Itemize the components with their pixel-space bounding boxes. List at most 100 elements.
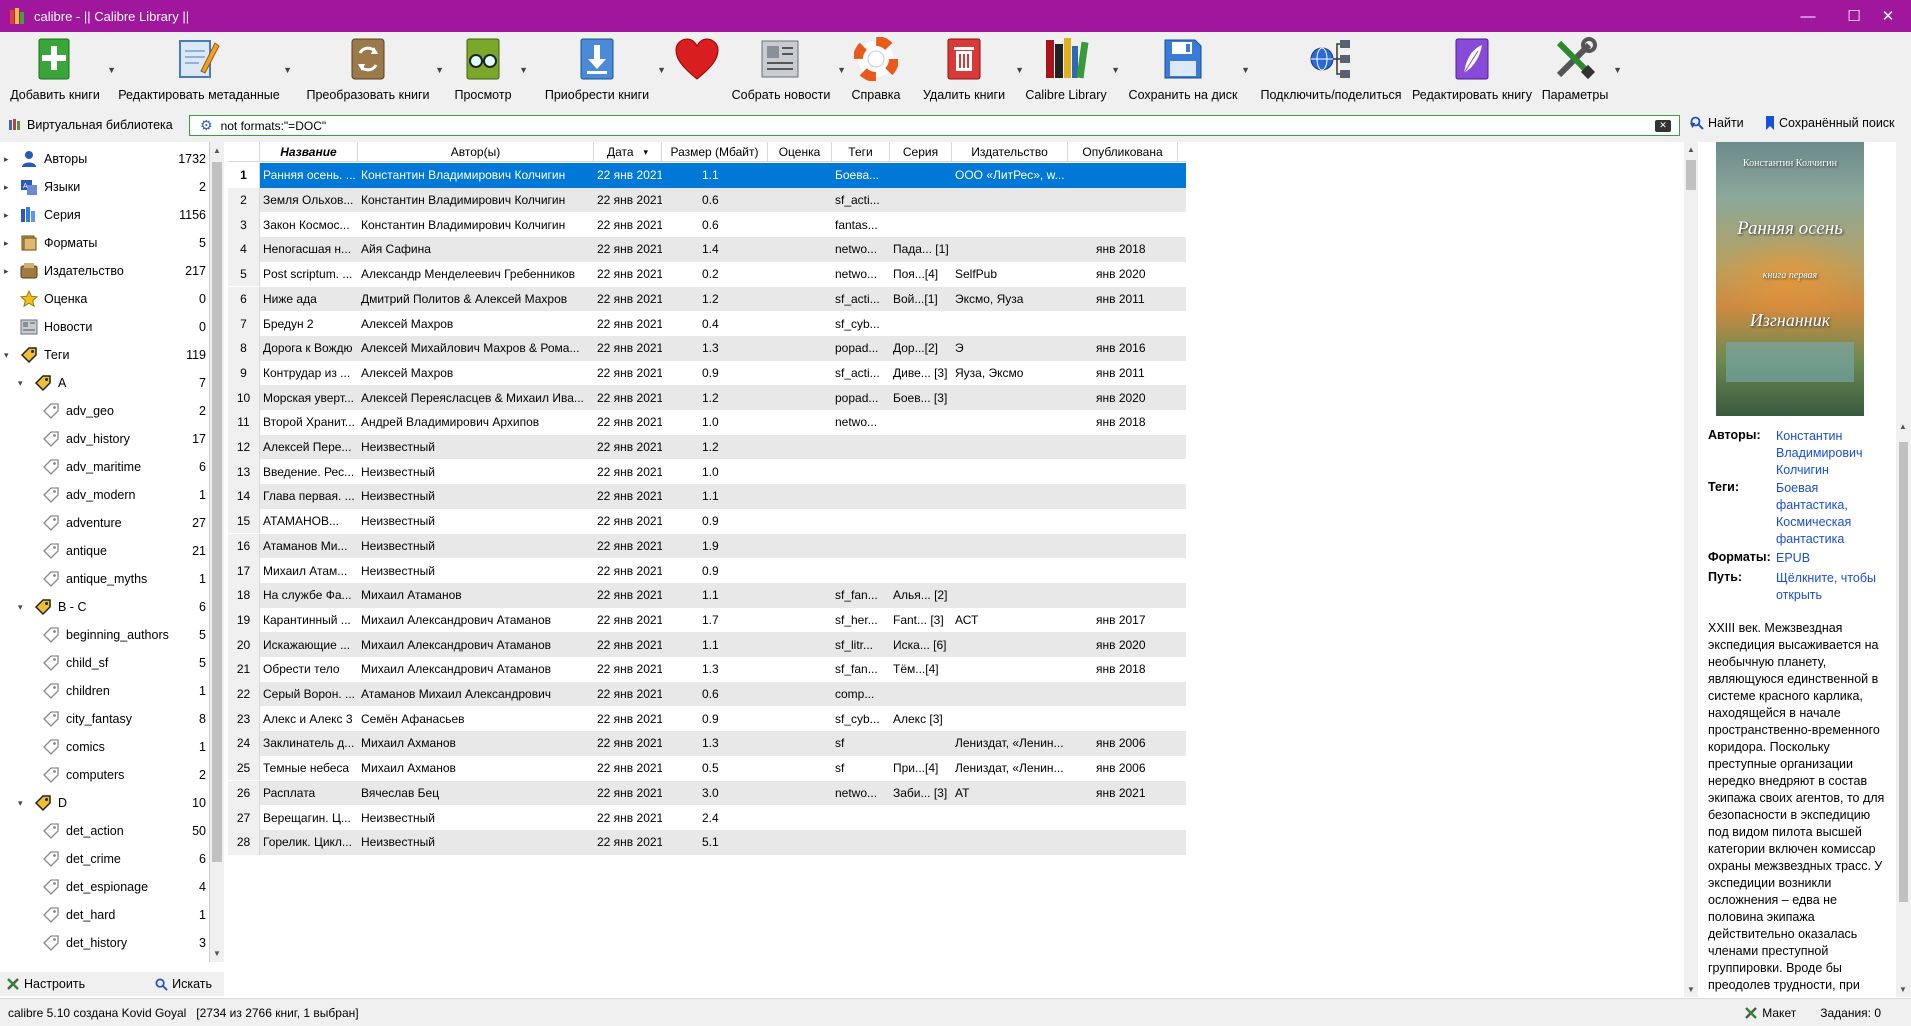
table-row[interactable]: 16 Атаманов Ми... Неизвестный 22 янв 2021 1.… [228, 533, 1186, 559]
column-header[interactable]: Оценка [768, 142, 832, 162]
get-books-button[interactable]: Приобрести книги ▼ [542, 32, 666, 108]
table-row[interactable]: 17 Михаил Атам... Неизвестный 22 янв 2021 0.… [228, 558, 1186, 583]
table-row[interactable]: 12 Алексей Пере... Неизвестный 22 янв 2021 1… [228, 434, 1186, 460]
scroll-down-icon[interactable]: ▼ [1899, 985, 1907, 994]
column-header[interactable]: Дата ▾ [594, 142, 662, 162]
tags-value-link[interactable]: Боевая фантастика, Космическая фантастик… [1776, 480, 1892, 548]
view-button[interactable]: Просмотр ▼ [452, 32, 528, 108]
edit-metadata-button[interactable]: Редактировать метаданные ▼ [118, 32, 292, 108]
connect-share-button[interactable]: Подключить/поделиться [1260, 32, 1402, 108]
tag-browser-item[interactable]: adv_history 17 [0, 425, 210, 453]
table-row[interactable]: 5 Post scriptum. ... Александр Менделеевич… [228, 261, 1186, 287]
preferences-menu-arrow[interactable]: ▼ [1613, 65, 1622, 75]
virtual-library-button[interactable]: Виртуальная библиотека [8, 118, 188, 132]
table-row[interactable]: 3 Закон Космос... Константин Владимирович … [228, 212, 1186, 238]
book-cover[interactable]: Константин Колчигин Ранняя осень книга п… [1716, 142, 1864, 416]
path-value-link[interactable]: Щёлкните, чтобы открыть [1776, 570, 1892, 604]
get-books-menu-arrow[interactable]: ▼ [657, 65, 666, 75]
search-input[interactable]: ⚙ not formats:"=DOC" ✕ ▼ [189, 115, 1697, 136]
expand-arrow-icon[interactable]: ▸ [4, 238, 9, 249]
table-row[interactable]: 18 На службе Фа... Михаил Атаманов 22 янв 2… [228, 582, 1186, 608]
layout-button[interactable]: Макет [1744, 1006, 1796, 1020]
fetch-news-menu-arrow[interactable]: ▼ [837, 65, 846, 75]
tag-browser-item[interactable]: children 1 [0, 677, 210, 705]
remove-books-button[interactable]: Удалить книги ▼ [918, 32, 1024, 108]
tag-browser-scrollbar[interactable]: ▲ ▼ [210, 142, 224, 962]
tag-browser-item[interactable]: comics 1 [0, 733, 210, 761]
find-tag-button[interactable]: Искать [155, 977, 212, 991]
tag-browser-item[interactable]: city_fantasy 8 [0, 705, 210, 733]
find-button[interactable]: Найти [1690, 116, 1744, 130]
tag-browser-item[interactable]: ▸ Издательство 217 [0, 257, 210, 285]
minimize-button[interactable]: — [1785, 0, 1831, 32]
calibre-library-button[interactable]: Calibre Library ▼ [1025, 32, 1120, 108]
collapse-arrow-icon[interactable]: ▾ [4, 350, 9, 361]
table-row[interactable]: 9 Контрудар из ... Алексей Махров 22 янв 20… [228, 360, 1186, 386]
authors-value-link[interactable]: Константин Владимирович Колчигин [1776, 428, 1892, 479]
table-row[interactable]: 7 Бредун 2 Алексей Махров 22 янв 2021 0.4 sf_… [228, 311, 1186, 336]
tag-browser-item[interactable]: adv_geo 2 [0, 397, 210, 425]
book-list-scrollbar[interactable]: ▲ ▼ [1684, 142, 1698, 997]
table-row[interactable]: 19 Карантинный ... Михаил Александрович Ат… [228, 607, 1186, 633]
tag-browser-scroll-thumb[interactable] [212, 162, 222, 862]
collapse-arrow-icon[interactable]: ▾ [18, 602, 23, 613]
table-row[interactable]: 8 Дорога к Вождю Алексей Михайлович Махров… [228, 335, 1186, 361]
table-row[interactable]: 13 Введение. Рес... Неизвестный 22 янв 2021… [228, 459, 1186, 485]
scroll-up-icon[interactable]: ▲ [213, 146, 221, 155]
tag-browser-item[interactable]: ▸ Авторы 1732 [0, 145, 210, 173]
expand-arrow-icon[interactable]: ▸ [4, 154, 9, 165]
table-row[interactable]: 21 Обрести тело Михаил Александрович Атама… [228, 657, 1186, 682]
tag-browser-item[interactable]: computers 2 [0, 761, 210, 789]
table-row[interactable]: 2 Земля Ольхов... Константин Владимирович … [228, 187, 1186, 213]
tag-browser-item[interactable]: antique 21 [0, 537, 210, 565]
scroll-up-icon[interactable]: ▲ [1687, 145, 1695, 154]
convert-books-menu-arrow[interactable]: ▼ [435, 65, 444, 75]
table-row[interactable]: 4 Непогасшая н... Айя Сафина 22 янв 2021 1.4… [228, 237, 1186, 262]
table-row[interactable]: 15 АТАМАНОВ... Неизвестный 22 янв 2021 0.9 [228, 508, 1186, 534]
tag-browser-item[interactable]: adventure 27 [0, 509, 210, 537]
table-row[interactable]: 28 Горелик. Цикл... Неизвестный 22 янв 2021… [228, 829, 1186, 855]
tag-browser-item[interactable]: ▾ Теги 119 [0, 341, 210, 369]
tag-browser-item[interactable]: antique_myths 1 [0, 565, 210, 593]
details-scroll-thumb[interactable] [1899, 442, 1908, 902]
preferences-button[interactable]: Параметры ▼ [1542, 32, 1622, 108]
expand-arrow-icon[interactable]: ▸ [4, 182, 9, 193]
tag-browser-item[interactable]: det_crime 6 [0, 845, 210, 873]
column-header[interactable]: Издательство [952, 142, 1068, 162]
table-row[interactable]: 26 Расплата Вячеслав Бец 22 янв 2021 3.0 netw… [228, 780, 1186, 806]
details-scrollbar[interactable]: ▲ ▼ [1896, 142, 1911, 997]
scroll-down-icon[interactable]: ▼ [213, 949, 221, 958]
table-row[interactable]: 6 Ниже ада Дмитрий Политов & Алексей Махро… [228, 286, 1186, 312]
tag-browser-item[interactable]: det_history 3 [0, 929, 210, 957]
calibre-library-menu-arrow[interactable]: ▼ [1111, 65, 1120, 75]
table-row[interactable]: 27 Верещагин. Ц... Неизвестный 22 янв 2021 2… [228, 805, 1186, 830]
tag-browser-item[interactable]: ▾ A 7 [0, 369, 210, 397]
tag-browser-item[interactable]: adv_modern 1 [0, 481, 210, 509]
help-button[interactable]: Справка [850, 32, 902, 108]
donate-button[interactable] [672, 32, 722, 108]
convert-books-button[interactable]: Преобразовать книги ▼ [306, 32, 444, 108]
jobs-indicator[interactable]: Задания: 0 [1820, 1006, 1881, 1020]
table-row[interactable]: 11 Второй Хранит... Андрей Владимирович Ар… [228, 410, 1186, 435]
tag-browser-item[interactable]: Новости 0 [0, 313, 210, 341]
table-row[interactable]: 24 Заклинатель д... Михаил Ахманов 22 янв 2… [228, 731, 1186, 756]
gear-icon[interactable]: ⚙ [200, 117, 213, 134]
fetch-news-button[interactable]: Собрать новости ▼ [730, 32, 846, 108]
tag-browser-item[interactable]: det_hard 1 [0, 901, 210, 929]
tag-browser-item[interactable]: ▸ A Языки 2 [0, 173, 210, 201]
save-to-disk-menu-arrow[interactable]: ▼ [1241, 65, 1250, 75]
tag-browser-item[interactable]: Оценка 0 [0, 285, 210, 313]
table-row[interactable]: 25 Темные небеса Михаил Ахманов 22 янв 2021… [228, 755, 1186, 781]
add-books-button[interactable]: Добавить книги ▼ [8, 32, 116, 108]
tag-browser-item[interactable]: beginning_authors 5 [0, 621, 210, 649]
expand-arrow-icon[interactable]: ▸ [4, 266, 9, 277]
tag-browser-item[interactable]: child_sf 5 [0, 649, 210, 677]
view-menu-arrow[interactable]: ▼ [519, 65, 528, 75]
column-header[interactable]: Теги [832, 142, 890, 162]
edit-book-button[interactable]: Редактировать книгу [1412, 32, 1532, 108]
tag-browser-item[interactable]: ▸ Серия 1156 [0, 201, 210, 229]
tag-browser-item[interactable]: det_action 50 [0, 817, 210, 845]
add-books-menu-arrow[interactable]: ▼ [107, 65, 116, 75]
tag-browser-item[interactable]: ▾ D 10 [0, 789, 210, 817]
close-button[interactable]: ✕ [1865, 0, 1911, 32]
